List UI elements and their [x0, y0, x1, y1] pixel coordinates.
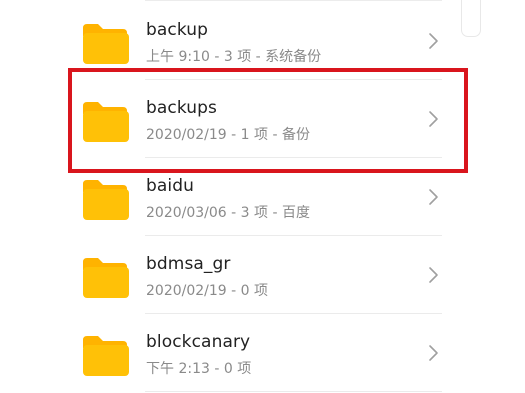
folder-meta: 2020/02/19 - 1 项 - 备份: [146, 127, 310, 143]
folder-item-blockcanary[interactable]: blockcanary 下午 2:13 - 0 项: [0, 314, 525, 392]
folder-icon: [83, 102, 129, 142]
folder-name: blockcanary: [146, 332, 251, 352]
folder-item-backup[interactable]: backup 上午 9:10 - 3 项 - 系统备份: [0, 2, 525, 80]
folder-item-bdmsa-gr[interactable]: bdmsa_gr 2020/02/19 - 0 项: [0, 236, 525, 314]
folder-icon: [83, 258, 129, 298]
folder-name: baidu: [146, 176, 194, 196]
chevron-right-icon: [429, 111, 438, 127]
folder-icon: [83, 180, 129, 220]
folder-meta: 下午 2:13 - 0 项: [146, 361, 252, 377]
folder-icon: [83, 24, 129, 64]
folder-name: bdmsa_gr: [146, 254, 231, 274]
chevron-right-icon: [429, 267, 438, 283]
chevron-right-icon: [429, 345, 438, 361]
top-divider: [145, 0, 442, 1]
folder-item-backups[interactable]: backups 2020/02/19 - 1 项 - 备份: [0, 80, 525, 158]
folder-meta: 2020/03/06 - 3 项 - 百度: [146, 205, 310, 221]
folder-name: backups: [146, 98, 217, 118]
folder-meta: 上午 9:10 - 3 项 - 系统备份: [146, 49, 322, 65]
chevron-right-icon: [429, 33, 438, 49]
row-divider: [145, 391, 442, 392]
folder-meta: 2020/02/19 - 0 项: [146, 283, 269, 299]
folder-icon: [83, 336, 129, 376]
chevron-right-icon: [429, 189, 438, 205]
folder-item-baidu[interactable]: baidu 2020/03/06 - 3 项 - 百度: [0, 158, 525, 236]
folder-name: backup: [146, 20, 209, 40]
